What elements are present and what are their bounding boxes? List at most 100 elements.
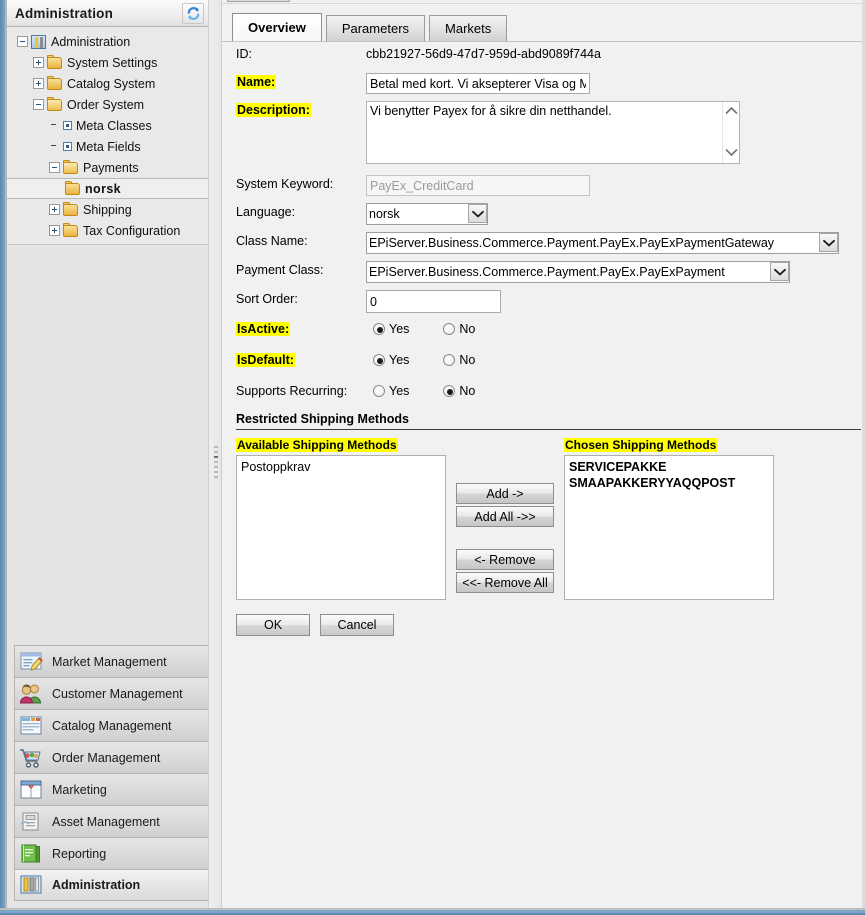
isdefault-radio-yes[interactable]: Yes	[373, 353, 409, 367]
tree-item-norsk[interactable]: norsk	[7, 178, 208, 199]
list-item[interactable]: SMAAPAKKERYYAQQPOST	[569, 475, 769, 491]
tree-item-administration[interactable]: Administration	[7, 31, 208, 52]
expander-minus-icon[interactable]	[33, 99, 44, 110]
nav-item-administration[interactable]: Administration	[14, 869, 215, 901]
nav-item-marketing[interactable]: Marketing	[14, 773, 215, 805]
list-item[interactable]: SERVICEPAKKE	[569, 459, 769, 475]
add-button[interactable]: Add ->	[456, 483, 554, 504]
field-row-sort-order: Sort Order:	[236, 290, 861, 313]
isactive-radio-yes[interactable]: Yes	[373, 322, 409, 336]
folder-closed-icon	[63, 201, 78, 216]
remove-button[interactable]: <- Remove	[456, 549, 554, 570]
language-label: Language:	[236, 205, 296, 219]
tab-strip: Overview Parameters Markets	[232, 13, 511, 41]
tree-item-label: norsk	[85, 181, 122, 196]
panel-splitter[interactable]	[208, 0, 222, 908]
nav-item-catalog-management[interactable]: Catalog Management	[14, 709, 215, 741]
tab-label: Overview	[248, 20, 306, 35]
payment-class-select[interactable]: EPiServer.Business.Commerce.Payment.PayE…	[366, 261, 790, 283]
radio-dot-icon	[443, 323, 456, 335]
shipping-methods-transfer: Available Shipping Methods Postoppkrav A…	[236, 438, 861, 600]
list-item[interactable]: Postoppkrav	[241, 459, 441, 475]
field-row-isactive: IsActive: Yes No	[236, 320, 861, 341]
nav-item-label: Asset Management	[52, 814, 160, 829]
radio-label: No	[459, 384, 476, 398]
radio-dot-icon	[443, 354, 456, 366]
radio-label: Yes	[389, 353, 410, 367]
tree-item-system-settings[interactable]: System Settings	[7, 52, 208, 73]
expander-spacer	[49, 141, 60, 152]
expander-plus-icon[interactable]	[49, 204, 60, 215]
available-shipping-column: Available Shipping Methods Postoppkrav	[236, 438, 446, 600]
tree-item-label: Shipping	[83, 202, 132, 217]
supports-recurring-radio-no[interactable]: No	[443, 384, 475, 398]
administration-icon	[31, 34, 46, 49]
expander-plus-icon[interactable]	[33, 78, 44, 89]
isactive-label: IsActive:	[236, 320, 366, 336]
nav-item-label: Marketing	[52, 782, 107, 797]
folder-open-icon	[63, 159, 78, 174]
tree-item-meta-classes[interactable]: Meta Classes	[7, 115, 208, 136]
tab-label: Parameters	[341, 21, 410, 36]
isactive-label-text: IsActive:	[236, 322, 291, 336]
expander-minus-icon[interactable]	[17, 36, 28, 47]
nav-item-order-management[interactable]: Order Management	[14, 741, 215, 773]
tree-item-catalog-system[interactable]: Catalog System	[7, 73, 208, 94]
chosen-shipping-listbox[interactable]: SERVICEPAKKE SMAAPAKKERYYAQQPOST	[564, 455, 774, 600]
window-frame-bottom	[0, 908, 865, 915]
expander-plus-icon[interactable]	[49, 225, 60, 236]
system-keyword-input[interactable]	[366, 175, 590, 196]
refresh-icon[interactable]	[182, 3, 204, 24]
radio-label: Yes	[389, 322, 410, 336]
tab-overview[interactable]: Overview	[232, 13, 322, 41]
ok-button[interactable]: OK	[236, 614, 310, 636]
nav-item-label: Customer Management	[52, 686, 183, 701]
customer-management-icon	[18, 682, 44, 706]
tree-item-order-system[interactable]: Order System	[7, 94, 208, 115]
nav-item-market-management[interactable]: Market Management	[14, 645, 215, 677]
nav-item-label: Market Management	[52, 654, 167, 669]
splitter-grip[interactable]	[214, 446, 218, 490]
tree-item-tax-configuration[interactable]: Tax Configuration	[7, 220, 208, 241]
tree-item-meta-fields[interactable]: Meta Fields	[7, 136, 208, 157]
expander-minus-icon[interactable]	[49, 162, 60, 173]
leaf-node-icon	[63, 121, 72, 130]
tree-item-label: System Settings	[67, 55, 158, 70]
tree-item-label: Meta Fields	[76, 139, 141, 154]
nav-item-asset-management[interactable]: Asset Management	[14, 805, 215, 837]
supports-recurring-label: Supports Recurring:	[236, 384, 348, 398]
nav-item-reporting[interactable]: Reporting	[14, 837, 215, 869]
language-select[interactable]: norsk	[366, 203, 488, 225]
available-shipping-label: Available Shipping Methods	[236, 438, 398, 452]
class-name-select[interactable]: EPiServer.Business.Commerce.Payment.PayE…	[366, 232, 839, 254]
isdefault-radio-no[interactable]: No	[443, 353, 475, 367]
supports-recurring-radio-yes[interactable]: Yes	[373, 384, 409, 398]
field-row-class-name: Class Name: EPiServer.Business.Commerce.…	[236, 232, 861, 254]
tree-item-label: Payments	[83, 160, 139, 175]
radio-dot-icon	[373, 323, 385, 335]
tab-parameters[interactable]: Parameters	[325, 15, 426, 41]
system-keyword-label: System Keyword:	[236, 177, 334, 191]
tab-markets[interactable]: Markets	[429, 15, 508, 41]
isactive-radio-no[interactable]: No	[443, 322, 475, 336]
description-textarea[interactable]: Vi benytter Payex for å sikre din nettha…	[366, 101, 740, 164]
tree-item-label: Catalog System	[67, 76, 156, 91]
available-shipping-listbox[interactable]: Postoppkrav	[236, 455, 446, 600]
reporting-icon	[18, 842, 44, 866]
folder-closed-icon	[47, 75, 62, 90]
sort-order-input[interactable]	[366, 290, 501, 313]
top-divider	[222, 3, 862, 4]
partial-top-tab[interactable]	[227, 0, 290, 2]
nav-item-label: Order Management	[52, 750, 161, 765]
cancel-button[interactable]: Cancel	[320, 614, 394, 636]
tree-header: Administration	[7, 0, 208, 27]
tree-item-payments[interactable]: Payments	[7, 157, 208, 178]
expander-plus-icon[interactable]	[33, 57, 44, 68]
name-label-text: Name:	[236, 75, 277, 89]
description-label: Description:	[236, 101, 366, 117]
tree-item-shipping[interactable]: Shipping	[7, 199, 208, 220]
name-input[interactable]	[366, 73, 590, 94]
remove-all-button[interactable]: <<- Remove All	[456, 572, 554, 593]
nav-item-customer-management[interactable]: Customer Management	[14, 677, 215, 709]
add-all-button[interactable]: Add All ->>	[456, 506, 554, 527]
